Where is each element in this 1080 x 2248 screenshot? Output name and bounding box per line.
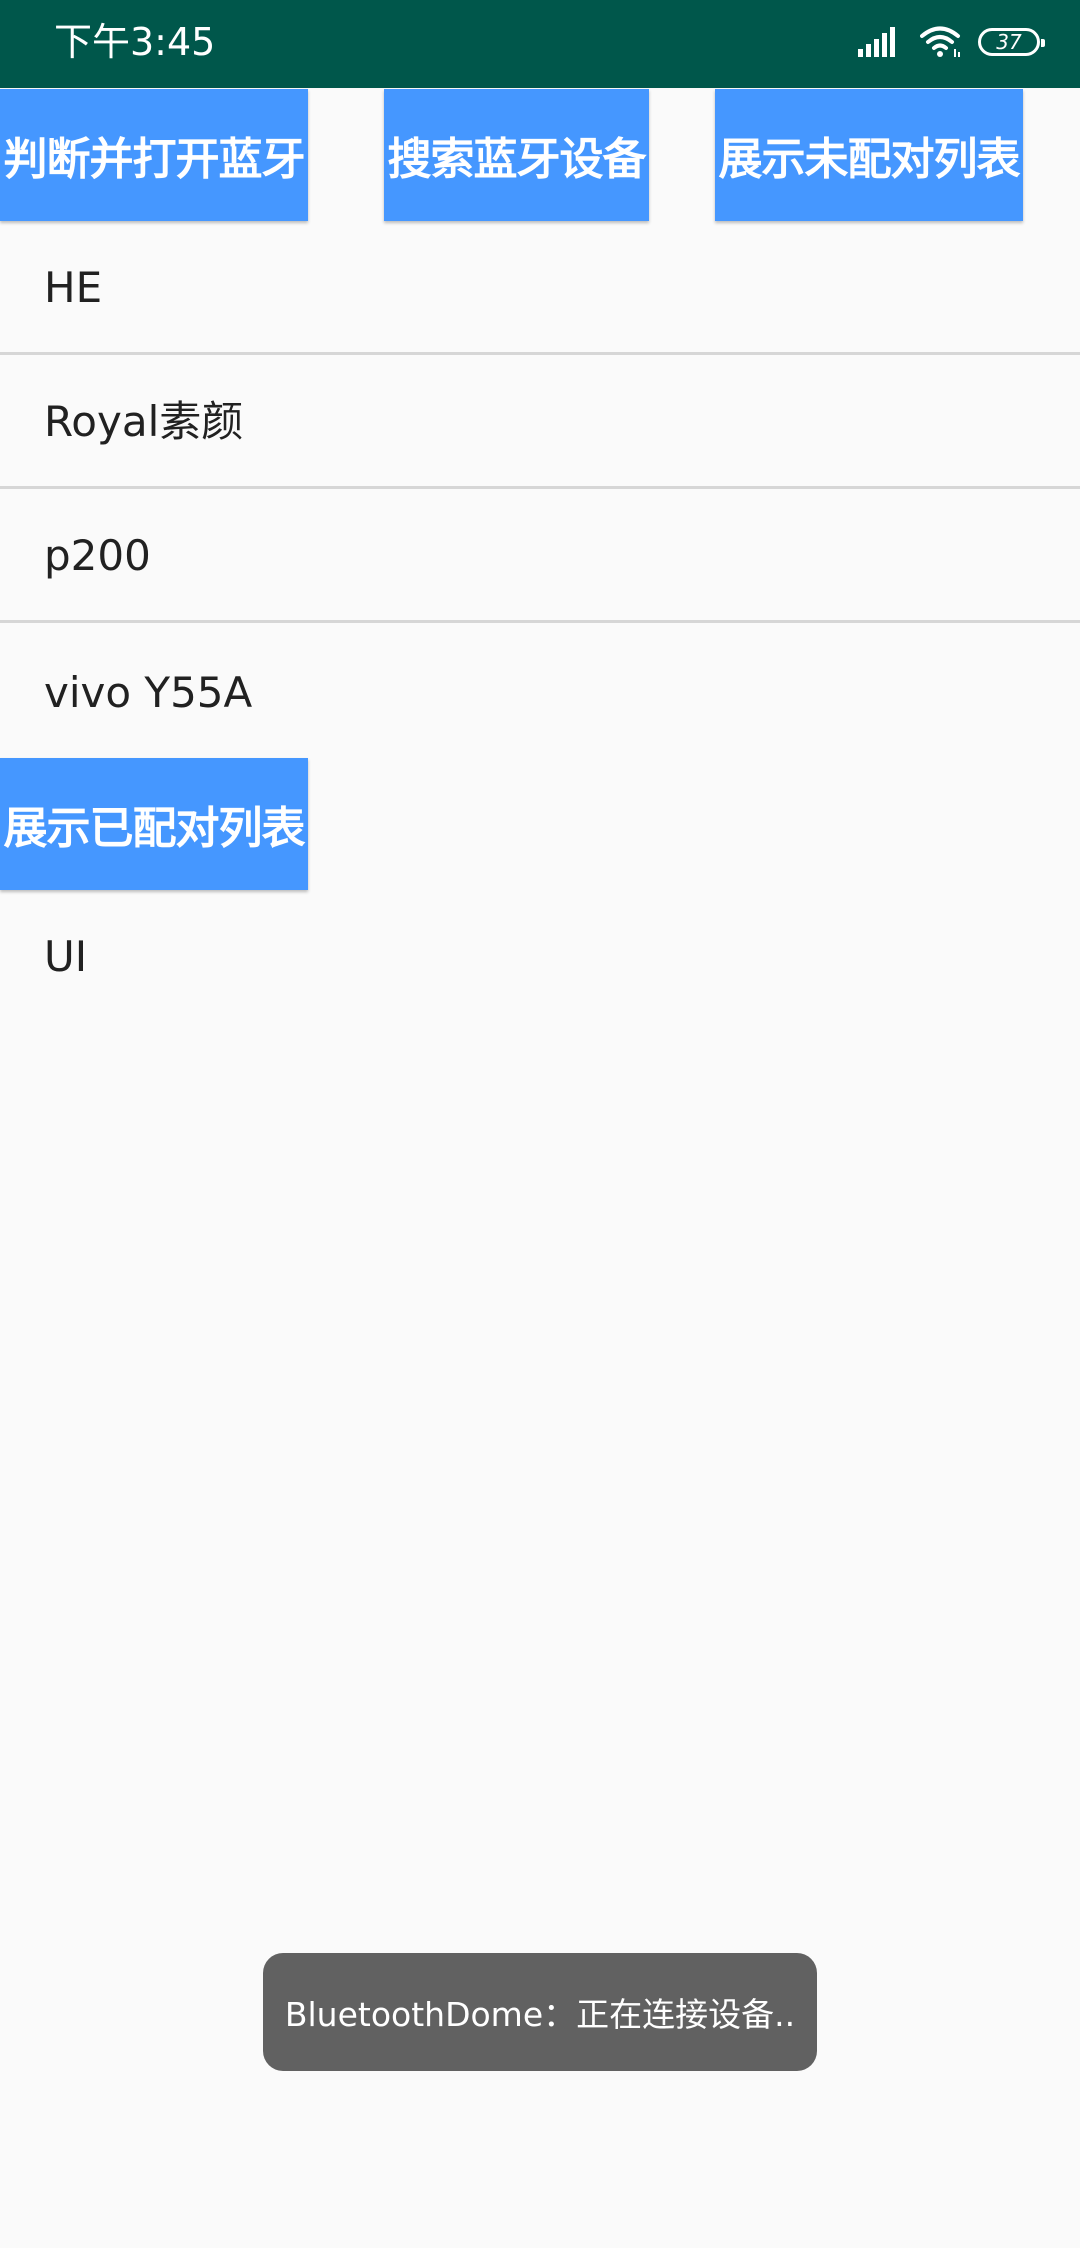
- toast-message: BluetoothDome：正在连接设备..: [263, 1953, 817, 2071]
- device-name: HE: [44, 263, 103, 312]
- device-name: p200: [44, 531, 151, 580]
- paired-device-row[interactable]: UI: [0, 890, 1080, 1024]
- battery-tip: [1041, 39, 1045, 47]
- unpaired-device-row[interactable]: Royal素颜: [0, 355, 1080, 489]
- unpaired-device-row[interactable]: vivo Y55A: [0, 626, 1080, 760]
- status-time: 下午3:45: [54, 20, 216, 64]
- device-name: vivo Y55A: [44, 668, 253, 717]
- status-bar: 下午3:45 37: [0, 0, 1080, 88]
- device-name: Royal素颜: [44, 397, 244, 446]
- wifi-icon: [920, 25, 962, 59]
- status-icons: 37: [858, 22, 1045, 62]
- search-devices-button[interactable]: 搜索蓝牙设备: [384, 89, 649, 221]
- battery-level: 37: [996, 30, 1022, 54]
- unpaired-device-row[interactable]: p200: [0, 489, 1080, 623]
- signal-icon: [858, 27, 902, 57]
- show-unpaired-button[interactable]: 展示未配对列表: [715, 89, 1023, 221]
- device-name: UI: [44, 932, 88, 981]
- unpaired-device-row[interactable]: HE: [0, 221, 1080, 355]
- app-screen: 下午3:45 37 判断并打开蓝牙 搜索蓝牙设备 展示未配对列表 HE Roya…: [0, 0, 1080, 2248]
- battery-icon: 37: [978, 28, 1045, 56]
- open-bluetooth-button[interactable]: 判断并打开蓝牙: [0, 89, 308, 221]
- show-paired-button[interactable]: 展示已配对列表: [0, 758, 308, 890]
